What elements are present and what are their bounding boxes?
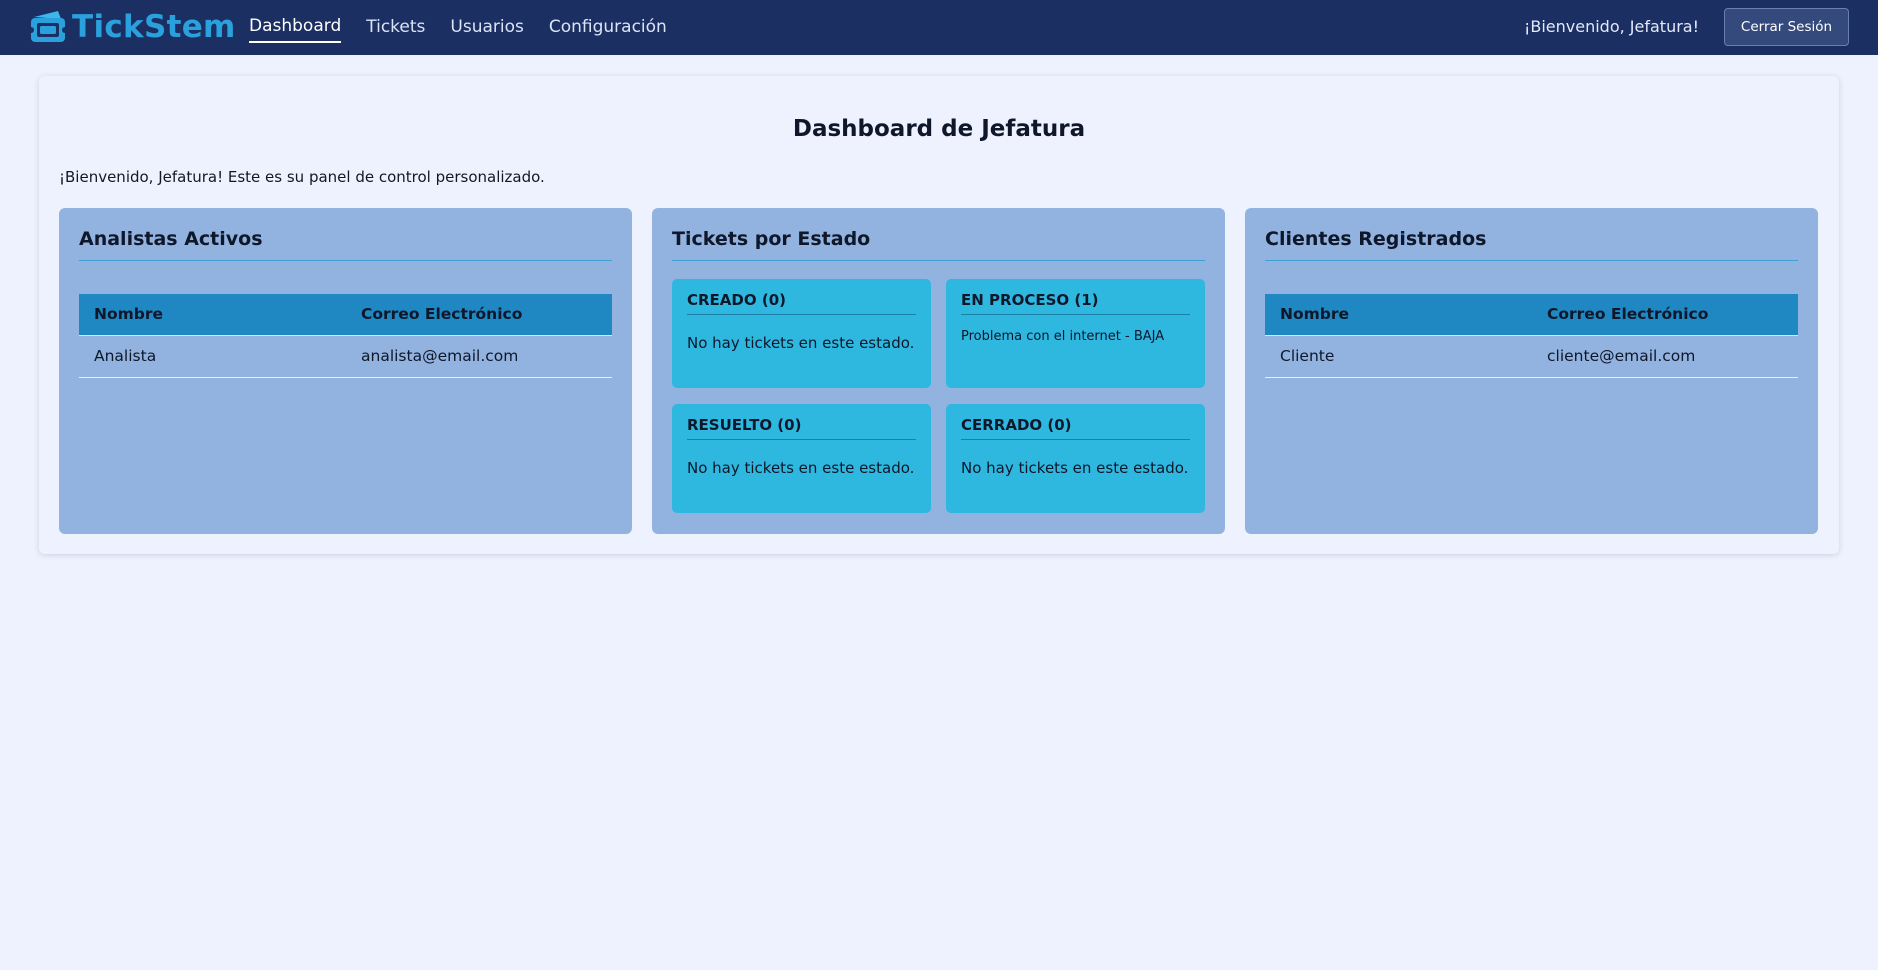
nav-tickets[interactable]: Tickets (366, 13, 425, 42)
status-box-resuelto: RESUELTO (0) No hay tickets en este esta… (672, 404, 931, 513)
analysts-card-title: Analistas Activos (79, 228, 612, 261)
top-navbar: TickStem Dashboard Tickets Usuarios Conf… (0, 0, 1878, 55)
status-title-en-proceso: EN PROCESO (1) (961, 291, 1190, 315)
table-header-row: Nombre Correo Electrónico (79, 294, 612, 336)
status-box-en-proceso: EN PROCESO (1) Problema con el internet … (946, 279, 1205, 388)
page-subtitle: ¡Bienvenido, Jefatura! Este es su panel … (59, 168, 545, 186)
clients-card: Clientes Registrados Nombre Correo Elect… (1245, 208, 1818, 534)
client-name: Cliente (1265, 335, 1532, 378)
status-box-cerrado: CERRADO (0) No hay tickets en este estad… (946, 404, 1205, 513)
table-row[interactable]: Cliente cliente@email.com (1265, 335, 1798, 378)
nav-dashboard[interactable]: Dashboard (249, 12, 342, 43)
nav-configuracion[interactable]: Configuración (549, 13, 667, 42)
client-email: cliente@email.com (1532, 335, 1798, 378)
main-nav: Dashboard Tickets Usuarios Configuración (249, 0, 692, 55)
analyst-name: Analista (79, 335, 346, 378)
dashboard-panel: Dashboard de Jefatura ¡Bienvenido, Jefat… (39, 76, 1839, 554)
tickets-card-title: Tickets por Estado (672, 228, 1205, 261)
table-row[interactable]: Analista analista@email.com (79, 335, 612, 378)
analysts-card: Analistas Activos Nombre Correo Electrón… (59, 208, 632, 534)
status-box-creado: CREADO (0) No hay tickets en este estado… (672, 279, 931, 388)
logout-button[interactable]: Cerrar Sesión (1724, 8, 1849, 46)
column-header-name: Nombre (1265, 294, 1532, 336)
column-header-email: Correo Electrónico (1532, 294, 1798, 336)
column-header-name: Nombre (79, 294, 346, 336)
analyst-email: analista@email.com (346, 335, 612, 378)
ticket-item[interactable]: Problema con el internet - BAJA (961, 329, 1164, 344)
tickets-card: Tickets por Estado CREADO (0) No hay tic… (652, 208, 1225, 534)
status-empty-text: No hay tickets en este estado. (687, 459, 915, 477)
clients-card-title: Clientes Registrados (1265, 228, 1798, 261)
brand[interactable]: TickStem (28, 6, 236, 48)
page-title: Dashboard de Jefatura (792, 116, 1086, 142)
clients-table: Nombre Correo Electrónico Cliente client… (1265, 294, 1798, 378)
status-title-creado: CREADO (0) (687, 291, 916, 315)
status-empty-text: No hay tickets en este estado. (961, 459, 1189, 477)
table-header-row: Nombre Correo Electrónico (1265, 294, 1798, 336)
nav-usuarios[interactable]: Usuarios (450, 13, 523, 42)
welcome-message: ¡Bienvenido, Jefatura! (1523, 17, 1699, 36)
status-empty-text: No hay tickets en este estado. (687, 334, 915, 352)
status-title-cerrado: CERRADO (0) (961, 416, 1190, 440)
status-title-resuelto: RESUELTO (0) (687, 416, 916, 440)
analysts-table: Nombre Correo Electrónico Analista anali… (79, 294, 612, 378)
column-header-email: Correo Electrónico (346, 294, 612, 336)
ticket-icon (28, 11, 68, 42)
brand-name: TickStem (72, 9, 236, 45)
